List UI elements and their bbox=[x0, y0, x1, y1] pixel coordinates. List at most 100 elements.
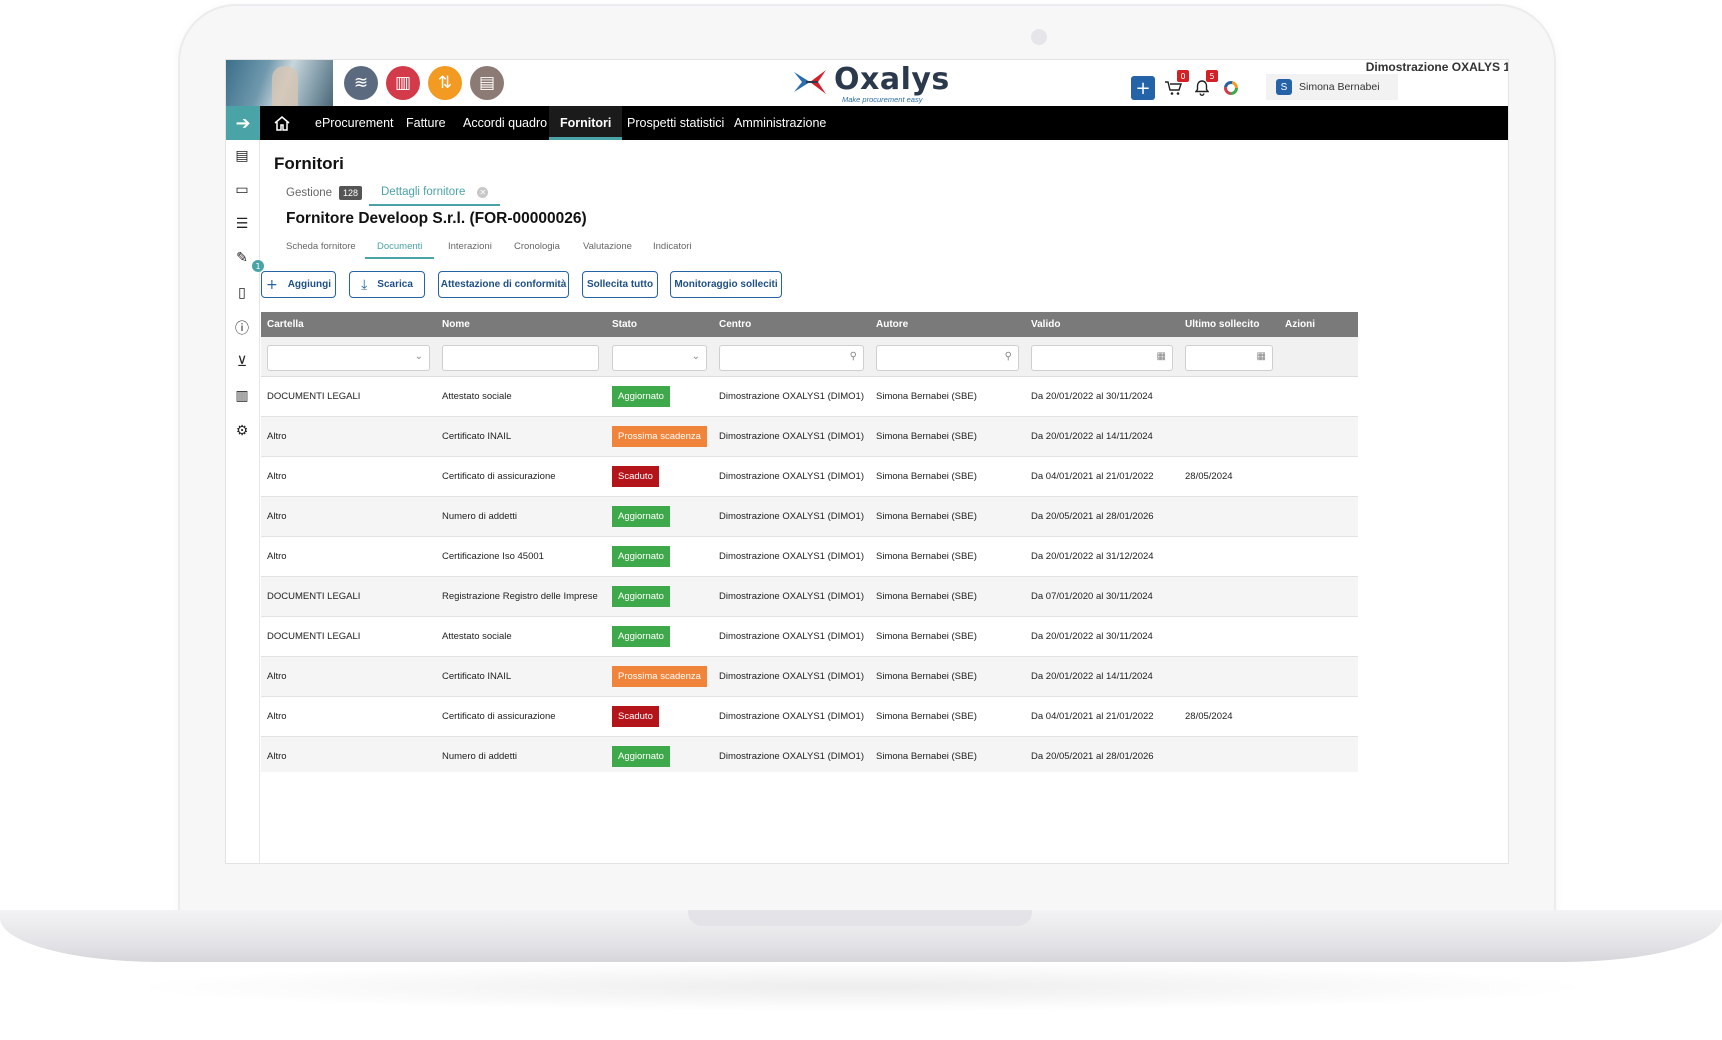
cell-valido: Da 20/01/2022 al 30/11/2024 bbox=[1031, 391, 1153, 402]
status-badge: Aggiornato bbox=[612, 746, 670, 767]
add-new-button[interactable]: + bbox=[1131, 76, 1155, 100]
download-monitor-icon[interactable]: ⊻ bbox=[232, 352, 252, 372]
cell-nome: Certificato di assicurazione bbox=[442, 471, 556, 482]
col-autore[interactable]: Autore bbox=[876, 312, 908, 337]
status-badge: Aggiornato bbox=[612, 386, 670, 407]
table-row[interactable]: Altro Certificato di assicurazione Dimostr… bbox=[261, 457, 1358, 497]
cell-autore: Simona Bernabei (SBE) bbox=[876, 591, 977, 602]
nav-prospetti-statistici[interactable]: Prospetti statistici bbox=[616, 106, 735, 140]
table-row[interactable]: Altro Numero di addetti Dimostrazione OXAL… bbox=[261, 497, 1358, 537]
cell-valido: Da 04/01/2021 al 21/01/2022 bbox=[1031, 711, 1154, 722]
cell-centro: Dimostrazione OXALYS1 (DIMO1) bbox=[719, 671, 865, 682]
user-avatar: S bbox=[1276, 79, 1292, 95]
filter-stato-select[interactable]: ⌄ bbox=[612, 345, 707, 371]
filter-cartella-select[interactable]: ⌄ bbox=[267, 345, 430, 371]
table-row[interactable]: Altro Certificato di assicurazione Dimostr… bbox=[261, 697, 1358, 737]
cell-centro: Dimostrazione OXALYS1 (DIMO1) bbox=[719, 711, 865, 722]
remind-all-button[interactable]: Sollecita tutto bbox=[582, 271, 658, 298]
subtab-scheda-fornitore[interactable]: Scheda fornitore bbox=[286, 235, 356, 259]
cell-ultimo-sollecito: 28/05/2024 bbox=[1185, 471, 1233, 482]
table-row[interactable]: DOCUMENTI LEGALI Registrazione Registro d… bbox=[261, 577, 1358, 617]
filter-centro-input[interactable]: ⚲ bbox=[719, 345, 864, 371]
cell-cartella: Altro bbox=[267, 471, 287, 482]
col-azioni: Azioni bbox=[1285, 319, 1315, 330]
col-stato[interactable]: Stato bbox=[612, 312, 637, 337]
apps-ring-button[interactable] bbox=[1219, 76, 1243, 100]
filter-nome-input[interactable] bbox=[442, 345, 599, 371]
attestation-button[interactable]: Attestazione di conformità bbox=[438, 271, 569, 298]
table-header: Cartella Nome Stato Centro Autore Valido… bbox=[261, 312, 1358, 337]
bar-chart-icon[interactable]: ▥ bbox=[232, 386, 252, 406]
signature-icon[interactable]: ✎ 1 bbox=[232, 248, 264, 272]
notifications-button[interactable]: 5 bbox=[1190, 70, 1218, 100]
filter-autore-input[interactable]: ⚲ bbox=[876, 345, 1019, 371]
nav-fornitori[interactable]: Fornitori bbox=[549, 106, 623, 140]
cell-nome: Numero di addetti bbox=[442, 751, 517, 762]
user-name: Simona Bernabei bbox=[1299, 81, 1380, 93]
cell-nome: Certificazione Iso 45001 bbox=[442, 551, 544, 562]
calendar-icon: ▦ bbox=[1256, 351, 1266, 362]
status-badge: Aggiornato bbox=[612, 586, 670, 607]
table-row[interactable]: DOCUMENTI LEGALI Attestato sociale Dimostr… bbox=[261, 617, 1358, 657]
nav-fatture[interactable]: Fatture bbox=[395, 106, 457, 140]
filter-valido-input[interactable]: ▦ bbox=[1031, 345, 1173, 371]
nav-eprocurement[interactable]: eProcurement bbox=[304, 106, 405, 140]
add-button[interactable]: + Aggiungi bbox=[261, 271, 336, 298]
cell-cartella: DOCUMENTI LEGALI bbox=[267, 591, 361, 602]
top-bar: ≋ ▥ ⇅ ▤ Oxalys Make procurement easy Dim… bbox=[226, 60, 1508, 106]
tab-dettagli-fornitore[interactable]: Dettagli fornitore ✕ bbox=[369, 180, 501, 206]
chevron-down-icon: ⌄ bbox=[414, 351, 423, 362]
cell-nome: Attestato sociale bbox=[442, 391, 512, 402]
add-button-label: Aggiungi bbox=[287, 279, 332, 290]
document-icon[interactable]: ▯ bbox=[232, 283, 252, 303]
oxalys-logo[interactable]: Oxalys Make procurement easy bbox=[792, 62, 960, 104]
col-cartella[interactable]: Cartella bbox=[267, 312, 304, 337]
cell-nome: Certificato di assicurazione bbox=[442, 711, 556, 722]
nav-amministrazione[interactable]: Amministrazione bbox=[723, 106, 837, 140]
logo-tagline: Make procurement easy bbox=[842, 95, 923, 104]
cell-nome: Registrazione Registro delle Imprese bbox=[442, 591, 598, 602]
alert-icon[interactable]: ⓘ bbox=[232, 318, 252, 338]
id-card-icon[interactable]: ▤ bbox=[232, 146, 252, 166]
table-row[interactable]: DOCUMENTI LEGALI Attestato sociale Dimostr… bbox=[261, 377, 1358, 417]
col-centro[interactable]: Centro bbox=[719, 312, 751, 337]
cell-autore: Simona Bernabei (SBE) bbox=[876, 431, 977, 442]
subtab-documenti[interactable]: Documenti bbox=[365, 235, 435, 259]
table-row[interactable]: Altro Certificazione Iso 45001 Dimostrazio… bbox=[261, 537, 1358, 577]
tab-gestione[interactable]: Gestione 128 bbox=[286, 180, 363, 206]
nav-accordi-quadro[interactable]: Accordi quadro bbox=[452, 106, 558, 140]
subtab-cronologia[interactable]: Cronologia bbox=[514, 235, 560, 259]
monitor-reminders-button[interactable]: Monitoraggio solleciti bbox=[670, 271, 782, 298]
subtab-indicatori[interactable]: Indicatori bbox=[653, 235, 692, 259]
subtab-valutazione[interactable]: Valutazione bbox=[583, 235, 632, 259]
toggle-sidebar-arrow-icon[interactable]: ➔ bbox=[226, 106, 260, 140]
chart-icon[interactable]: ▥ bbox=[386, 66, 420, 100]
col-valido[interactable]: Valido bbox=[1031, 312, 1060, 337]
download-button[interactable]: ⤓ Scarica bbox=[349, 271, 425, 298]
settings-icon[interactable]: ⚙ bbox=[232, 421, 252, 441]
cell-autore: Simona Bernabei (SBE) bbox=[876, 631, 977, 642]
home-icon[interactable] bbox=[270, 111, 294, 135]
user-menu[interactable]: S Simona Bernabei bbox=[1266, 74, 1398, 100]
col-nome[interactable]: Nome bbox=[442, 312, 470, 337]
table-row[interactable]: Altro Certificato INAIL Dimostrazione OXAL… bbox=[261, 657, 1358, 697]
app-screen: ≋ ▥ ⇅ ▤ Oxalys Make procurement easy Dim… bbox=[225, 59, 1509, 864]
page-title: Fornitori bbox=[274, 154, 344, 173]
subtab-interazioni[interactable]: Interazioni bbox=[448, 235, 492, 259]
filter-sollecito-input[interactable]: ▦ bbox=[1185, 345, 1273, 371]
cell-valido: Da 20/05/2021 al 28/01/2026 bbox=[1031, 511, 1154, 522]
cart-button[interactable]: 0 bbox=[1161, 70, 1189, 100]
catalog-icon[interactable]: ▤ bbox=[470, 66, 504, 100]
folder-image-icon[interactable]: ▭ bbox=[232, 180, 252, 200]
layers-icon[interactable]: ≋ bbox=[344, 66, 378, 100]
cell-cartella: Altro bbox=[267, 551, 287, 562]
close-tab-icon[interactable]: ✕ bbox=[477, 186, 489, 198]
col-ultimo-sollecito[interactable]: Ultimo sollecito bbox=[1185, 312, 1259, 337]
workflow-icon[interactable]: ⇅ bbox=[428, 66, 462, 100]
cart-icon bbox=[1165, 81, 1182, 95]
table-row[interactable]: Altro Certificato INAIL Dimostrazione OXAL… bbox=[261, 417, 1358, 457]
download-icon: ⤓ bbox=[361, 276, 368, 293]
list-icon[interactable]: ☰ bbox=[232, 214, 252, 234]
tab-gestione-label: Gestione bbox=[286, 187, 333, 199]
table-row[interactable]: Altro Numero di addetti Dimostrazione OXAL… bbox=[261, 737, 1358, 772]
